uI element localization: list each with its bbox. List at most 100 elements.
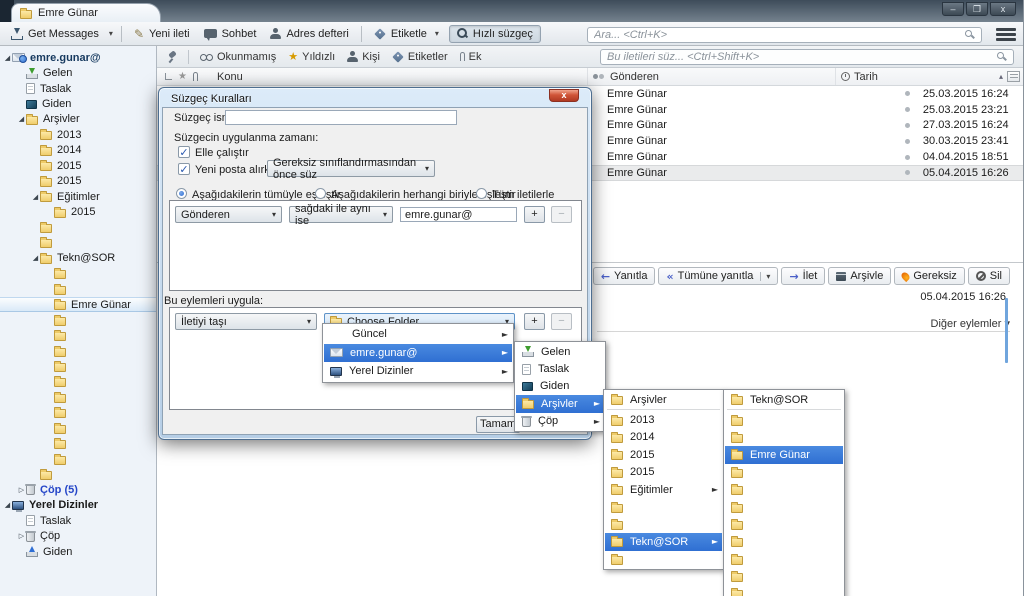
column-header-sender[interactable]: Gönderen (587, 68, 835, 85)
twisty-expanded-icon[interactable]: ◢ (31, 254, 40, 262)
sidebar-item[interactable] (0, 235, 156, 250)
junk-button[interactable]: Gereksiz (894, 267, 964, 285)
sidebar-item[interactable] (0, 436, 156, 451)
column-picker-icon[interactable] (1007, 71, 1020, 82)
filter-toggle-clip[interactable]: Ek (454, 49, 488, 65)
sidebar-item-2014[interactable]: 2014 (0, 143, 156, 158)
sidebar-item[interactable] (0, 266, 156, 281)
junk-timing-dropdown[interactable]: Gereksiz sınıflandırmasından önce süz ▾ (267, 160, 435, 177)
sidebar-item-e-itimler[interactable]: ◢Eğitimler (0, 189, 156, 204)
sidebar-item-tekn-sor[interactable]: ◢Tekn@SOR (0, 251, 156, 266)
attachment-column-icon[interactable] (193, 72, 198, 81)
menu-item-e-itimler[interactable]: Eğitimler► (605, 481, 722, 498)
new-message-button[interactable]: ✎ Yeni ileti (127, 26, 197, 42)
twisty-collapsed-icon[interactable]: ▷ (17, 486, 26, 494)
menu-item-ar-ivler[interactable]: Arşivler (605, 391, 722, 408)
twisty-expanded-icon[interactable]: ◢ (31, 193, 40, 201)
tag-button[interactable]: Etiketle ▾ (367, 25, 449, 42)
sidebar-item[interactable] (0, 343, 156, 358)
tab-emre-gunar[interactable]: Emre Günar (11, 3, 161, 22)
archive-button[interactable]: Arşivle (828, 267, 891, 285)
menu-item-ar-ivler[interactable]: Arşivler► (516, 395, 604, 412)
sidebar-item-emre-gunar-[interactable]: ◢emre.gunar@ (0, 50, 156, 65)
new-mail-checkbox[interactable]: ✓ (178, 163, 190, 175)
filter-toggle-star[interactable]: ★Yıldızlı (282, 49, 341, 65)
maximize-button[interactable]: ❐ (966, 2, 988, 16)
delete-button[interactable]: Sil (968, 267, 1010, 285)
star-column-icon[interactable]: ★ (178, 71, 187, 82)
menu-item-folder[interactable] (725, 568, 843, 585)
menu-item-2014[interactable]: 2014 (605, 429, 722, 446)
sidebar-item-giden[interactable]: Giden (0, 96, 156, 111)
condition-op-dropdown[interactable]: sağdaki ile aynı ise▾ (289, 206, 393, 223)
add-condition-button[interactable]: + (524, 206, 545, 223)
menu-item-taslak[interactable]: Taslak (516, 360, 604, 377)
twisty-expanded-icon[interactable]: ◢ (17, 115, 26, 123)
address-book-button[interactable]: Adres defteri (263, 26, 355, 42)
menu-item-folder[interactable] (605, 498, 722, 515)
twisty-expanded-icon[interactable]: ◢ (3, 501, 12, 509)
filter-search-input[interactable]: Bu iletileri süz... <Ctrl+Shift+K> (600, 49, 1014, 65)
menu-item-emre-gunar-[interactable]: emre.gunar@► (324, 344, 512, 363)
match-any-radio[interactable] (315, 188, 326, 199)
menu-item-folder[interactable] (725, 533, 843, 550)
global-search-input[interactable]: Ara... <Ctrl+K> (587, 27, 982, 43)
menu-item-tekn-sor[interactable]: Tekn@SOR (725, 391, 843, 408)
filter-toggle-tag[interactable]: Etiketler (386, 49, 454, 65)
menu-item-folder[interactable] (605, 551, 722, 568)
sidebar-item[interactable] (0, 467, 156, 482)
remove-condition-button[interactable]: − (551, 206, 572, 223)
sidebar-item-emre-g-nar[interactable]: Emre Günar (0, 297, 156, 312)
chat-button[interactable]: Sohbet (197, 26, 264, 42)
sidebar-item--p[interactable]: ▷Çöp (0, 529, 156, 544)
sidebar-item-taslak[interactable]: Taslak (0, 81, 156, 96)
filter-toggle-person[interactable]: Kişi (341, 49, 386, 65)
sidebar-item-2015[interactable]: 2015 (0, 174, 156, 189)
filter-name-input[interactable] (225, 110, 457, 125)
twisty-collapsed-icon[interactable]: ▷ (17, 532, 26, 540)
action-dropdown[interactable]: İletiyi taşı▾ (175, 313, 317, 330)
menu-item-emre-g-nar[interactable]: Emre Günar (725, 446, 843, 463)
sidebar-item--p-5-[interactable]: ▷Çöp (5) (0, 482, 156, 497)
sidebar-item[interactable] (0, 312, 156, 327)
menu-item-2015[interactable]: 2015 (605, 464, 722, 481)
sidebar-item[interactable] (0, 390, 156, 405)
match-every-radio[interactable] (476, 188, 487, 199)
dialog-close-button[interactable]: x (549, 89, 579, 102)
sidebar-item-2015[interactable]: 2015 (0, 158, 156, 173)
thread-column-icon[interactable] (165, 73, 172, 80)
sidebar-item[interactable] (0, 359, 156, 374)
menu-item-folder[interactable] (725, 481, 843, 498)
sidebar-item[interactable] (0, 282, 156, 297)
sidebar-item-2015[interactable]: 2015 (0, 204, 156, 219)
menu-item-folder[interactable] (725, 464, 843, 481)
menu-item-g-ncel[interactable]: Güncel► (324, 325, 512, 344)
get-messages-button[interactable]: Get Messages (4, 26, 106, 42)
scrollbar[interactable] (1005, 298, 1008, 363)
app-menu-button[interactable] (996, 28, 1016, 41)
sidebar-item[interactable] (0, 328, 156, 343)
sidebar-item-ar-ivler[interactable]: ◢Arşivler (0, 112, 156, 127)
minimize-button[interactable]: – (942, 2, 964, 16)
menu-item-folder[interactable] (605, 516, 722, 533)
menu-item-giden[interactable]: Giden (516, 378, 604, 395)
sidebar-item[interactable] (0, 405, 156, 420)
condition-field-dropdown[interactable]: Gönderen▾ (175, 206, 282, 223)
menu-item-folder[interactable] (725, 498, 843, 515)
menu-item-folder[interactable] (725, 411, 843, 428)
close-button[interactable]: x (990, 2, 1016, 16)
menu-item-yerel-dizinler[interactable]: Yerel Dizinler► (324, 362, 512, 381)
remove-action-button[interactable]: − (551, 313, 572, 330)
forward-button[interactable]: →İlet (781, 267, 825, 285)
sidebar-item-gelen[interactable]: Gelen (0, 65, 156, 80)
match-all-radio[interactable] (176, 188, 187, 199)
twisty-expanded-icon[interactable]: ◢ (3, 54, 12, 62)
sidebar-item-2013[interactable]: 2013 (0, 127, 156, 142)
menu-item-2013[interactable]: 2013 (605, 411, 722, 428)
condition-value-input[interactable]: emre.gunar@ (400, 207, 517, 222)
reply-button[interactable]: ←Yanıtla (593, 267, 656, 285)
column-header-subject[interactable]: Konu (217, 71, 587, 83)
dropdown-caret-icon[interactable]: ▾ (760, 272, 770, 281)
pin-icon[interactable] (167, 51, 179, 63)
menu-item-folder[interactable] (725, 429, 843, 446)
